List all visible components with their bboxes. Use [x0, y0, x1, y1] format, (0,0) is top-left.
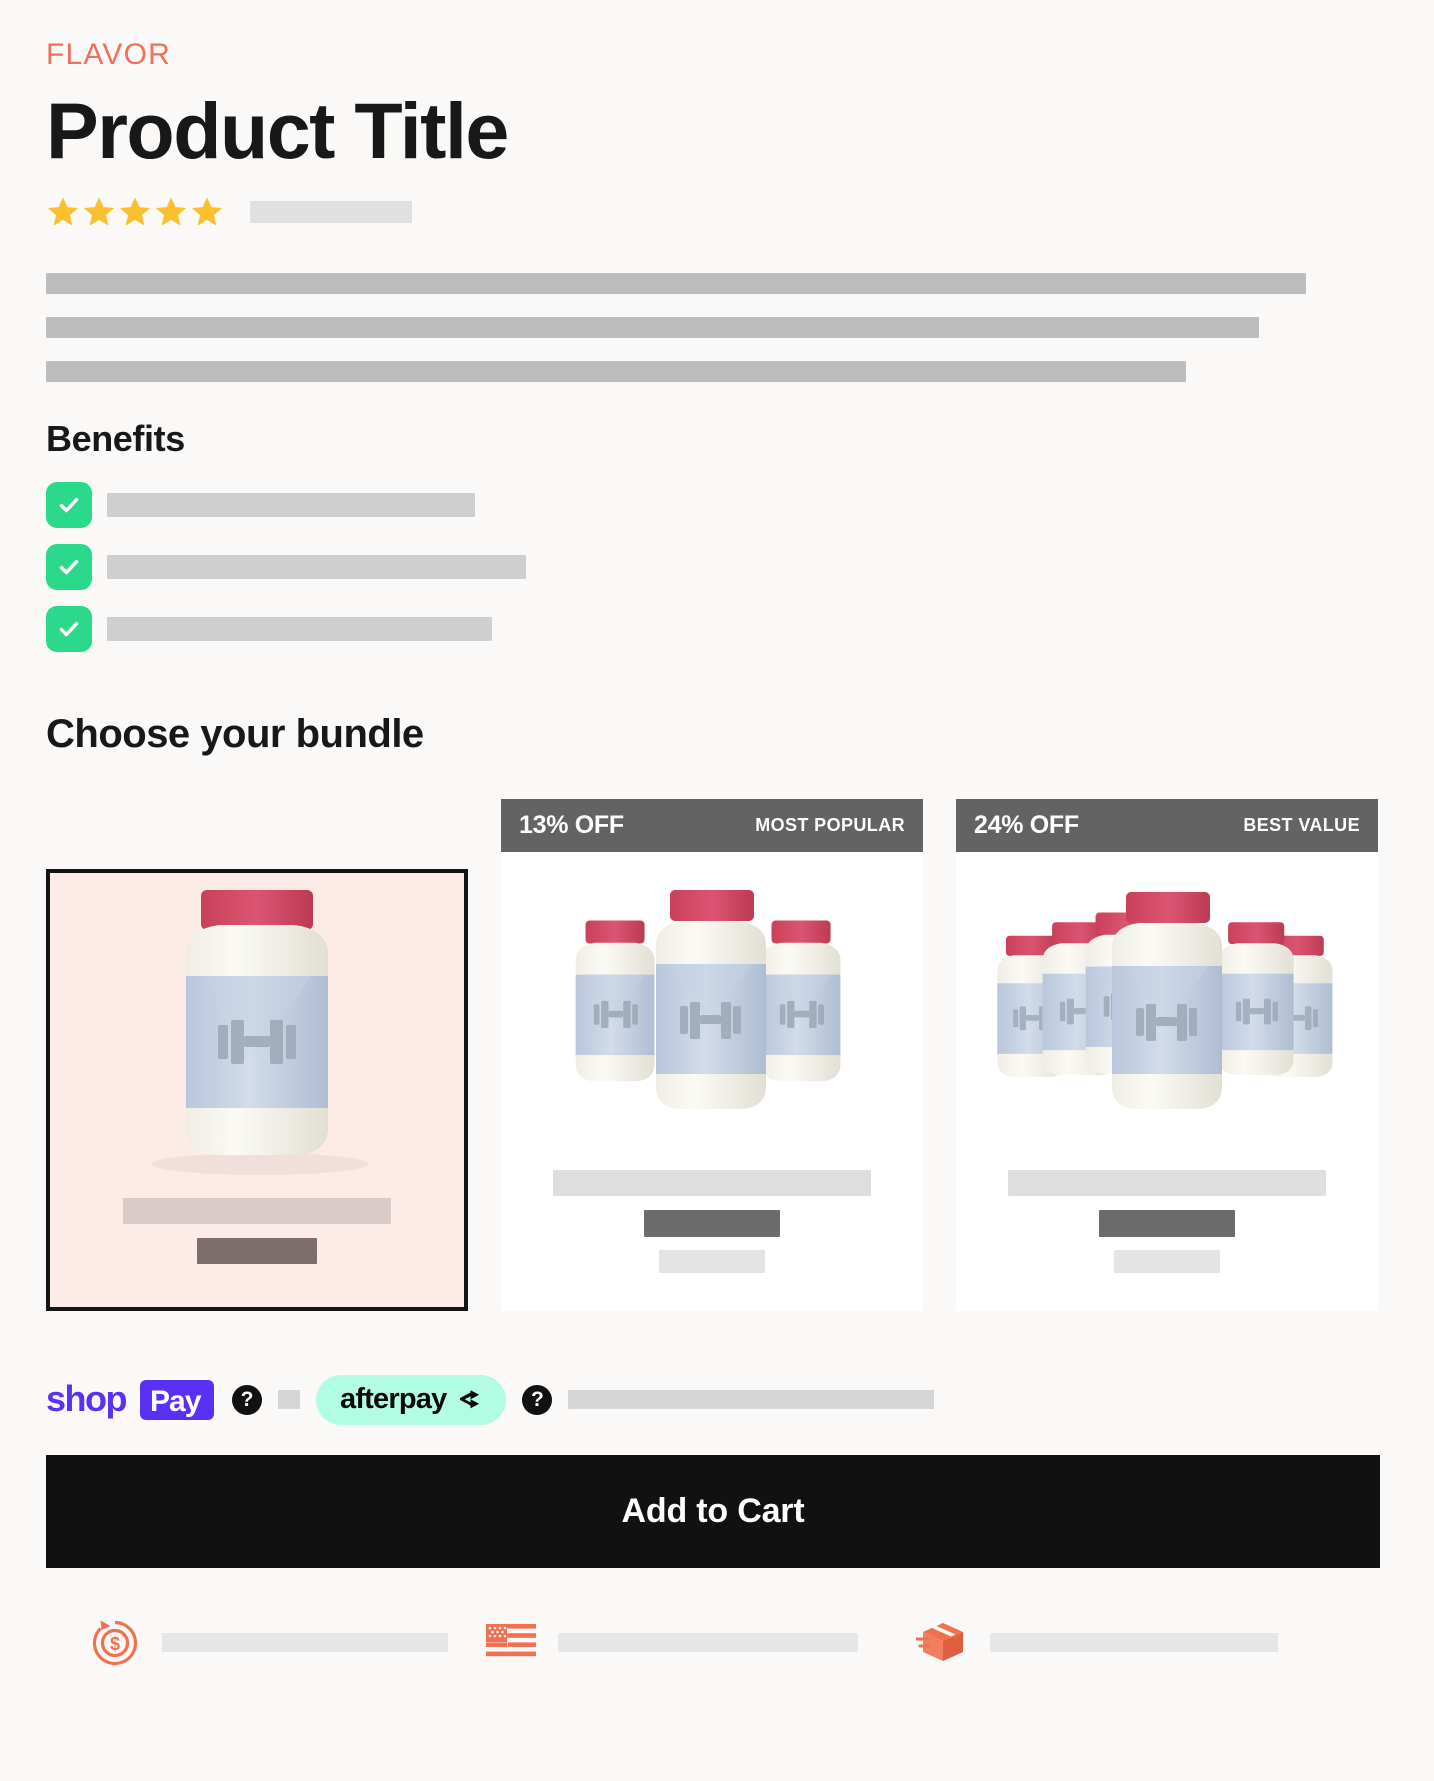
usa-flag-icon: [486, 1623, 536, 1657]
add-to-cart-button[interactable]: Add to Cart: [46, 1454, 1380, 1568]
money-back-guarantee-icon: $: [92, 1620, 138, 1666]
bundle-heading: Choose your bundle: [46, 711, 424, 756]
trust-badge-fast-shipping: [906, 1616, 1336, 1670]
review-count-placeholder[interactable]: [250, 200, 412, 223]
payment-text-placeholder: [278, 1390, 300, 1410]
page-title: Product Title: [46, 86, 509, 175]
help-icon[interactable]: ?: [522, 1384, 553, 1415]
star-icon: [191, 197, 223, 226]
trust-badge-text: [162, 1633, 448, 1653]
bundle-title-placeholder: [123, 1197, 391, 1224]
bundle-ribbon: 24% OFF BEST VALUE: [956, 798, 1378, 852]
benefit-text: [107, 492, 475, 517]
afterpay-mark-icon: [460, 1390, 480, 1409]
trust-badge-made-in-usa: [476, 1616, 906, 1670]
svg-text:Pay: Pay: [150, 1385, 202, 1418]
svg-text:$: $: [110, 1634, 120, 1654]
payment-options-row: shop Pay ? afterpay ?: [46, 1373, 1388, 1427]
bundle-price-placeholder: [1099, 1209, 1235, 1237]
product-description: [46, 272, 1388, 382]
bundle-price-placeholder: [197, 1237, 317, 1264]
product-image-three-bottles: [501, 852, 923, 1142]
trust-badge-text: [558, 1633, 858, 1653]
star-icon: [83, 197, 115, 226]
product-detail-page: FLAVOR Product Title Benefits Choose you…: [0, 0, 1434, 1781]
bundle-single-text-block: [50, 1176, 464, 1264]
trust-badge-money-back: $: [46, 1616, 476, 1670]
benefits-heading: Benefits: [46, 417, 185, 459]
benefit-item: [46, 605, 1388, 652]
bundle-badge-label: BEST VALUE: [1243, 814, 1360, 835]
rating-row: [46, 195, 1388, 229]
trust-badges-row: $: [46, 1616, 1388, 1670]
bundle-option-three-pack[interactable]: 13% OFF MOST POPULAR: [501, 798, 923, 1311]
bundle-options: 13% OFF MOST POPULAR 24% OFF BEST VALUE: [46, 798, 1388, 1311]
bundle-title-placeholder: [1008, 1169, 1326, 1196]
bundle-badge-label: MOST POPULAR: [755, 814, 905, 835]
star-icon: [47, 197, 79, 226]
bundle-discount-label: 13% OFF: [519, 810, 624, 839]
bundle-price-placeholder: [644, 1209, 780, 1237]
shop-pay-logo[interactable]: shop Pay: [46, 1378, 216, 1422]
product-image-single-bottle: [50, 881, 464, 1176]
check-icon: [46, 605, 92, 652]
benefit-text: [107, 554, 526, 579]
bundle-subprice-placeholder: [659, 1249, 765, 1273]
product-flavor-label: FLAVOR: [46, 38, 172, 71]
svg-text:shop: shop: [46, 1378, 127, 1419]
benefit-item: [46, 543, 1388, 590]
bundle-option-single[interactable]: [46, 868, 468, 1311]
star-rating[interactable]: [46, 195, 224, 229]
bundle-six-text-block: [956, 1142, 1378, 1273]
bundle-three-text-block: [501, 1142, 923, 1273]
benefit-item: [46, 481, 1388, 528]
product-image-six-bottles: [956, 852, 1378, 1142]
bundle-title-placeholder: [553, 1169, 871, 1196]
afterpay-logo[interactable]: afterpay: [316, 1374, 507, 1425]
fast-shipping-box-icon: [916, 1622, 963, 1661]
bundle-subprice-placeholder: [1114, 1249, 1220, 1273]
check-icon: [46, 481, 92, 528]
bundle-ribbon: 13% OFF MOST POPULAR: [501, 798, 923, 852]
benefit-text: [107, 616, 492, 641]
check-icon: [46, 543, 92, 590]
star-icon: [155, 197, 187, 226]
description-line: [46, 360, 1186, 382]
star-icon: [119, 197, 151, 226]
description-line: [46, 316, 1259, 338]
trust-badge-text: [990, 1633, 1278, 1653]
installment-text-placeholder: [568, 1390, 935, 1410]
bundle-option-six-pack[interactable]: 24% OFF BEST VALUE: [956, 798, 1378, 1311]
description-line: [46, 272, 1306, 294]
bundle-discount-label: 24% OFF: [974, 810, 1079, 839]
afterpay-label: afterpay: [340, 1383, 447, 1416]
help-icon[interactable]: ?: [232, 1384, 262, 1415]
